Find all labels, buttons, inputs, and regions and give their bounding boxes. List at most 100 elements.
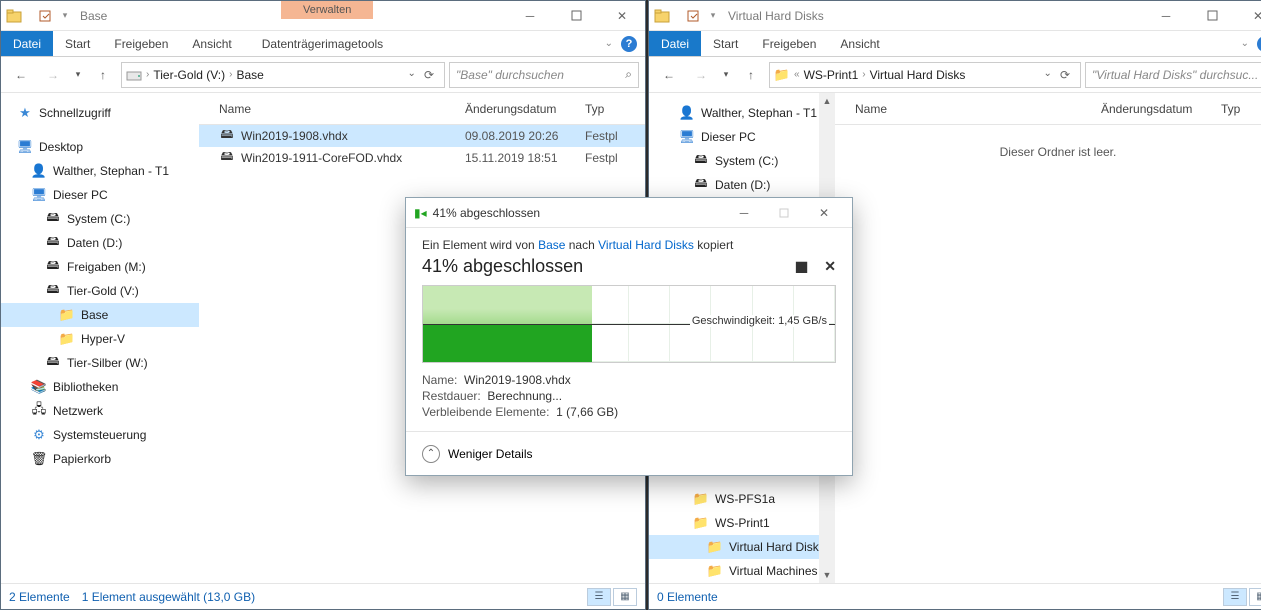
nav-this-pc[interactable]: 🖥Dieser PC: [1, 183, 199, 207]
status-item-count: 0 Elemente: [657, 590, 718, 604]
nav-drive-d[interactable]: 🖴Daten (D:): [1, 231, 199, 255]
scroll-down-icon[interactable]: ▼: [819, 567, 835, 583]
up-button[interactable]: ↑: [89, 61, 117, 89]
ribbon-tab-file[interactable]: Datei: [649, 31, 701, 56]
crumb-sep[interactable]: ›: [860, 69, 867, 80]
help-icon[interactable]: ?: [621, 36, 637, 52]
col-name[interactable]: Name: [219, 102, 465, 116]
ribbon-expand-icon[interactable]: ⌄: [605, 38, 613, 49]
nav-this-pc[interactable]: 🖥Dieser PC: [649, 125, 835, 149]
nav-quick-access[interactable]: ★Schnellzugriff: [1, 101, 199, 125]
nav-control-panel[interactable]: ⚙Systemsteuerung: [1, 423, 199, 447]
back-button[interactable]: ←: [655, 61, 683, 89]
address-bar[interactable]: › Tier-Gold (V:) › Base ⌄ ⟳: [121, 62, 445, 88]
minimize-button[interactable]: ─: [724, 206, 764, 220]
pause-button[interactable]: ▮▮: [795, 258, 806, 275]
fewer-details-button[interactable]: Weniger Details: [448, 447, 532, 461]
ribbon-tab-view[interactable]: Ansicht: [180, 31, 243, 56]
qat-dropdown-icon[interactable]: ▾: [58, 5, 72, 27]
cancel-button[interactable]: ✕: [824, 258, 836, 275]
nav-drive-d[interactable]: 🖴Daten (D:): [649, 173, 835, 197]
file-row[interactable]: 🖴Win2019-1908.vhdx 09.08.2019 20:26 Fest…: [199, 125, 645, 147]
nav-drive-m[interactable]: 🖴Freigaben (M:): [1, 255, 199, 279]
col-date[interactable]: Änderungsdatum: [465, 102, 585, 116]
nav-folder-print[interactable]: 📁WS-Print1: [649, 511, 835, 535]
ribbon-tab-context[interactable]: Datenträgerimagetools: [250, 31, 395, 56]
view-details-button[interactable]: ☰: [587, 588, 611, 606]
refresh-icon[interactable]: ⟳: [418, 68, 440, 82]
col-type[interactable]: Typ: [585, 102, 645, 116]
qat-dropdown-icon[interactable]: ▾: [706, 5, 720, 27]
properties-icon[interactable]: [682, 5, 704, 27]
nav-drive-c[interactable]: 🖴System (C:): [649, 149, 835, 173]
ribbon-expand-icon[interactable]: ⌄: [1241, 38, 1249, 49]
col-type[interactable]: Typ: [1221, 102, 1261, 116]
close-button[interactable]: ✕: [599, 1, 645, 30]
properties-icon[interactable]: [34, 5, 56, 27]
minimize-button[interactable]: ─: [1143, 1, 1189, 30]
titlebar: ▾ Base Verwalten ─ ✕: [1, 1, 645, 31]
address-bar[interactable]: 📁 « WS-Print1 › Virtual Hard Disks ⌄ ⟳: [769, 62, 1081, 88]
close-button[interactable]: ✕: [804, 206, 844, 220]
file-row[interactable]: 🖴Win2019-1911-CoreFOD.vhdx 15.11.2019 18…: [199, 147, 645, 169]
nav-folder-vm[interactable]: 📁Virtual Machines: [649, 559, 835, 583]
nav-drive-c[interactable]: 🖴System (C:): [1, 207, 199, 231]
nav-user[interactable]: 👤Walther, Stephan - T1: [649, 101, 835, 125]
nav-folder-base[interactable]: 📁Base: [1, 303, 199, 327]
minimize-button[interactable]: ─: [507, 1, 553, 30]
col-date[interactable]: Änderungsdatum: [1101, 102, 1221, 116]
address-dropdown-icon[interactable]: ⌄: [1044, 68, 1052, 82]
up-button[interactable]: ↑: [737, 61, 765, 89]
nav-network[interactable]: 🖧Netzwerk: [1, 399, 199, 423]
content-pane: Name Änderungsdatum Typ Dieser Ordner is…: [835, 93, 1261, 583]
ribbon-tab-view[interactable]: Ansicht: [828, 31, 891, 56]
recent-dropdown[interactable]: ▾: [719, 61, 733, 89]
nav-drive-v[interactable]: 🖴Tier-Gold (V:): [1, 279, 199, 303]
view-icons-button[interactable]: ▦: [613, 588, 637, 606]
crumb-folder[interactable]: Virtual Hard Disks: [870, 68, 966, 82]
help-icon[interactable]: ?: [1257, 36, 1261, 52]
nav-desktop[interactable]: 🖥Desktop: [1, 135, 199, 159]
view-icons-button[interactable]: ▦: [1249, 588, 1261, 606]
ribbon-tab-share[interactable]: Freigeben: [102, 31, 180, 56]
refresh-icon[interactable]: ⟳: [1054, 68, 1076, 82]
nav-folder-hyperv[interactable]: 📁Hyper-V: [1, 327, 199, 351]
maximize-button[interactable]: [1189, 1, 1235, 30]
chevron-up-icon[interactable]: ⌃: [422, 445, 440, 463]
maximize-button[interactable]: [553, 1, 599, 30]
search-input[interactable]: "Virtual Hard Disks" durchsuc... ⌕: [1085, 62, 1261, 88]
nav-folder-vhd[interactable]: 📁Virtual Hard Disks: [649, 535, 835, 559]
forward-button[interactable]: →: [687, 61, 715, 89]
crumb-sep[interactable]: ›: [227, 69, 234, 80]
crumb-sep[interactable]: «: [792, 69, 802, 80]
ribbon-tab-share[interactable]: Freigeben: [750, 31, 828, 56]
recent-dropdown[interactable]: ▾: [71, 61, 85, 89]
address-dropdown-icon[interactable]: ⌄: [408, 68, 416, 82]
ribbon-tab-start[interactable]: Start: [701, 31, 750, 56]
back-button[interactable]: ←: [7, 61, 35, 89]
close-button[interactable]: ✕: [1235, 1, 1261, 30]
crumb-sep[interactable]: ›: [144, 69, 151, 80]
nav-trash[interactable]: 🗑Papierkorb: [1, 447, 199, 471]
crumb-host[interactable]: WS-Print1: [804, 68, 859, 82]
nav-libraries[interactable]: 📚Bibliotheken: [1, 375, 199, 399]
dest-link[interactable]: Virtual Hard Disks: [598, 238, 694, 252]
status-bar: 2 Elemente 1 Element ausgewählt (13,0 GB…: [1, 583, 645, 609]
crumb-drive[interactable]: Tier-Gold (V:): [153, 68, 225, 82]
nav-folder-pfs[interactable]: 📁WS-PFS1a: [649, 487, 835, 511]
forward-button[interactable]: →: [39, 61, 67, 89]
ribbon-tab-file[interactable]: Datei: [1, 31, 53, 56]
libraries-icon: 📚: [31, 379, 47, 395]
crumb-folder[interactable]: Base: [236, 68, 263, 82]
view-details-button[interactable]: ☰: [1223, 588, 1247, 606]
star-icon: ★: [17, 105, 33, 121]
source-link[interactable]: Base: [538, 238, 565, 252]
folder-icon: 📁: [59, 331, 75, 347]
nav-drive-w[interactable]: 🖴Tier-Silber (W:): [1, 351, 199, 375]
ribbon-tab-start[interactable]: Start: [53, 31, 102, 56]
search-input[interactable]: "Base" durchsuchen ⌕: [449, 62, 639, 88]
col-name[interactable]: Name: [855, 102, 1101, 116]
window-title: Virtual Hard Disks: [722, 1, 1143, 30]
nav-user[interactable]: 👤Walther, Stephan - T1: [1, 159, 199, 183]
scroll-up-icon[interactable]: ▲: [819, 93, 835, 109]
